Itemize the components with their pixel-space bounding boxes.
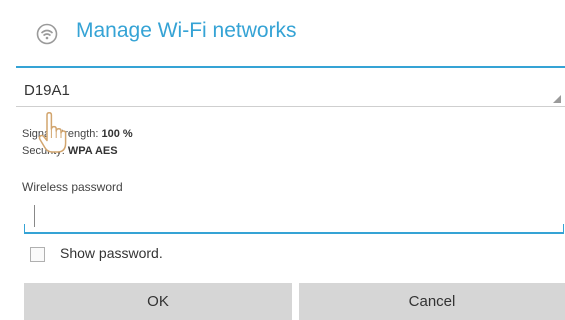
manage-wifi-dialog: Manage Wi-Fi networks D19A1 Signal stren… (0, 0, 565, 320)
password-input[interactable] (24, 200, 564, 234)
title-divider (16, 66, 565, 68)
security-value: WPA AES (67, 145, 118, 157)
signal-strength-label: Signal strength: (22, 128, 99, 140)
password-field-edge-right (563, 224, 564, 233)
signal-strength-value: 100 % (101, 128, 133, 140)
show-password-checkbox[interactable] (30, 247, 45, 262)
security-info: Security: WPA AES (22, 145, 118, 157)
password-label: Wireless password (22, 180, 123, 194)
dialog-title: Manage Wi-Fi networks (76, 19, 297, 42)
wifi-settings-icon (36, 23, 58, 45)
dropdown-arrow-icon (553, 95, 561, 103)
text-caret (34, 205, 35, 227)
show-password-label[interactable]: Show password. (60, 245, 163, 261)
ok-button[interactable]: OK (24, 283, 292, 320)
password-field-edge-left (24, 224, 25, 233)
signal-strength: Signal strength: 100 % (22, 128, 133, 140)
network-select-value: D19A1 (24, 82, 70, 99)
security-label: Security: (22, 145, 65, 157)
network-select[interactable]: D19A1 (16, 76, 565, 107)
dialog-title-bar: Manage Wi-Fi networks (0, 0, 565, 66)
cancel-button[interactable]: Cancel (299, 283, 565, 320)
